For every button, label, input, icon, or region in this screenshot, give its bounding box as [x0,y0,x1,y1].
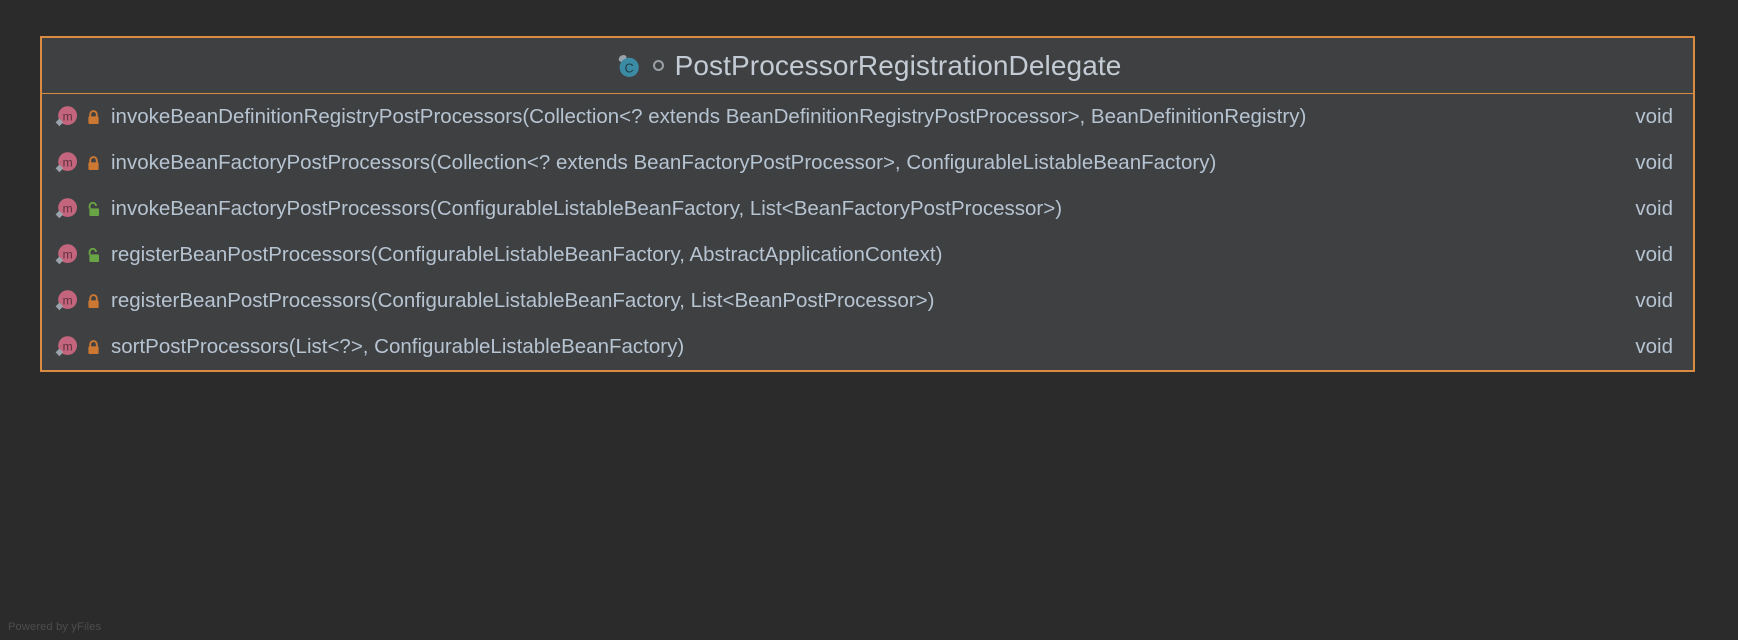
diagram-canvas[interactable]: C PostProcessorRegistrationDelegate m in… [0,0,1738,640]
member-icon-group: m [54,104,102,130]
circle-outline-icon [652,60,664,71]
member-return-type: void [1635,105,1673,128]
uml-class-node[interactable]: C PostProcessorRegistrationDelegate m in… [40,36,1695,372]
svg-text:m: m [63,340,73,354]
table-row[interactable]: m registerBeanPostProcessors(Configurabl… [42,278,1693,324]
member-return-type: void [1635,151,1673,174]
member-icon-group: m [54,334,102,360]
svg-text:C: C [624,61,633,75]
method-icon: m [54,196,80,222]
class-member-list: m invokeBeanDefinitionRegistryPostProces… [42,94,1693,370]
table-row[interactable]: m invokeBeanFactoryPostProcessors(Config… [42,186,1693,232]
member-signature: invokeBeanFactoryPostProcessors(Configur… [111,197,1063,220]
table-row[interactable]: m invokeBeanDefinitionRegistryPostProces… [42,94,1693,140]
member-signature: registerBeanPostProcessors(ConfigurableL… [111,243,943,266]
method-icon: m [54,288,80,314]
method-icon: m [54,150,80,176]
member-return-type: void [1635,289,1673,312]
member-icon-group: m [54,196,102,222]
method-icon: m [54,104,80,130]
class-node-header[interactable]: C PostProcessorRegistrationDelegate [42,38,1693,94]
member-icon-group: m [54,288,102,314]
method-icon: m [54,242,80,268]
lock-closed-icon [85,155,102,172]
svg-text:m: m [63,248,73,262]
class-name-label: PostProcessorRegistrationDelegate [674,49,1122,81]
member-return-type: void [1635,335,1673,358]
member-icon-group: m [54,242,102,268]
member-signature: sortPostProcessors(List<?>, Configurable… [111,335,685,358]
svg-text:m: m [63,202,73,216]
lock-closed-icon [85,293,102,310]
lock-open-icon [85,201,102,218]
lock-closed-icon [85,109,102,126]
member-signature: invokeBeanFactoryPostProcessors(Collecti… [111,151,1217,174]
svg-text:m: m [63,110,73,124]
member-icon-group: m [54,150,102,176]
class-icon: C [614,52,642,80]
member-return-type: void [1635,197,1673,220]
svg-text:m: m [63,294,73,308]
member-signature: invokeBeanDefinitionRegistryPostProcesso… [111,105,1307,128]
svg-text:m: m [63,156,73,170]
table-row[interactable]: m sortPostProcessors(List<?>, Configurab… [42,324,1693,370]
lock-closed-icon [85,339,102,356]
table-row[interactable]: m registerBeanPostProcessors(Configurabl… [42,232,1693,278]
member-return-type: void [1635,243,1673,266]
lock-open-icon [85,247,102,264]
yfiles-watermark: Powered by yFiles [8,621,102,633]
table-row[interactable]: m invokeBeanFactoryPostProcessors(Collec… [42,140,1693,186]
member-signature: registerBeanPostProcessors(ConfigurableL… [111,289,935,312]
method-icon: m [54,334,80,360]
